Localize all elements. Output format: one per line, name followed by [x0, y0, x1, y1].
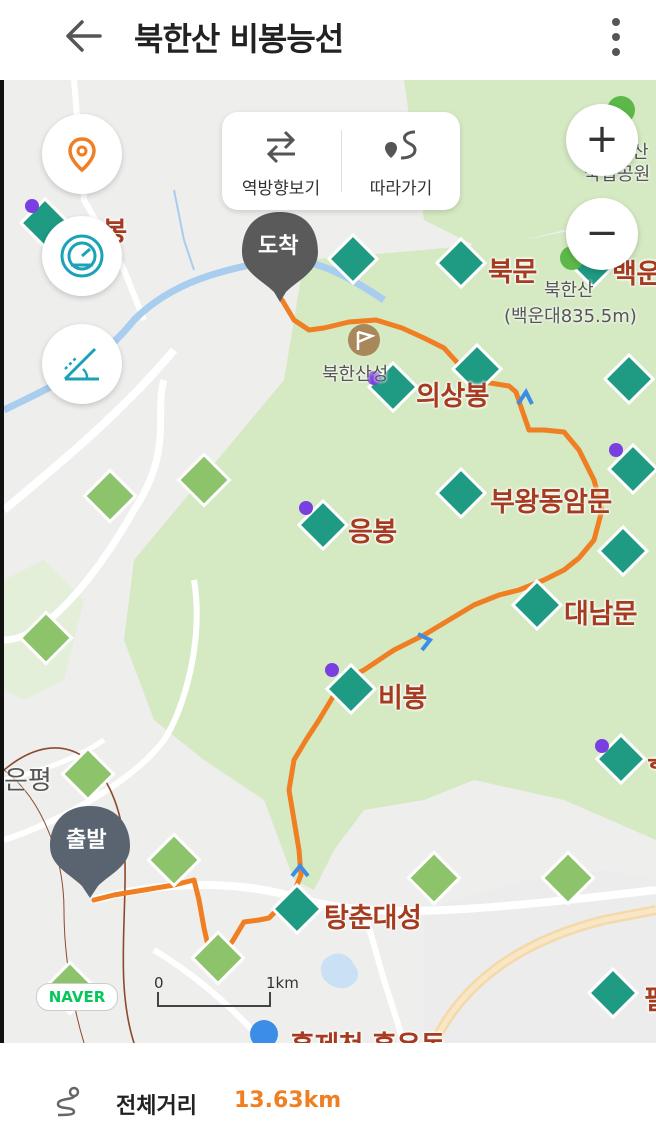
location-button[interactable] [42, 114, 122, 194]
bukhansanseong-label: 북한산성 [322, 364, 389, 385]
map-view[interactable]: 출발 도착 출발 의상봉 부왕동암문 응봉 대남문 비봉 탕춘대성 북문 백운 … [4, 80, 656, 1043]
peak-label-bibong[interactable]: 비봉 [378, 676, 427, 715]
plus-icon: + [585, 116, 619, 162]
right-edge-label-2: 필 [644, 978, 656, 1017]
peak-label-eungbong[interactable]: 응봉 [348, 510, 397, 549]
peak-label-tangchundaeseong[interactable]: 탕춘대성 [324, 896, 422, 935]
minus-icon: − [585, 210, 619, 256]
top-bar: 북한산 비봉능선 [0, 0, 656, 80]
end-marker-label[interactable]: 도착 [258, 228, 298, 260]
summary-panel [0, 1043, 656, 1129]
swap-arrows-icon [266, 130, 296, 164]
slope-button[interactable] [42, 324, 122, 404]
bukhansan-label: 북한산 [544, 280, 594, 301]
eunpyeong-label: 은평 [4, 766, 52, 796]
follow-route-label: 따라가기 [369, 179, 433, 199]
follow-route-button[interactable]: 따라가기 [342, 112, 460, 210]
peak-label-uisangbong[interactable]: 의상봉 [416, 374, 490, 413]
reverse-direction-button[interactable]: 역방향보기 [222, 112, 340, 210]
slope-angle-icon [63, 347, 99, 381]
reverse-direction-label: 역방향보기 [241, 179, 321, 199]
peak-label-bukmun[interactable]: 북문 [488, 250, 537, 289]
start-marker-label[interactable]: 출발 [66, 822, 106, 854]
page-title: 북한산 비봉능선 [134, 20, 344, 58]
total-distance-label: 전체거리 [116, 1094, 197, 1119]
scale-one-km: 1km [266, 974, 299, 992]
peak-label-daenammun[interactable]: 대남문 [564, 592, 638, 631]
total-distance-value: 13.63km [234, 1088, 342, 1113]
back-button[interactable] [60, 16, 108, 56]
arrow-left-icon [66, 20, 102, 52]
gauge-icon [60, 234, 104, 278]
route-tools-card: 역방향보기 따라가기 [222, 112, 460, 210]
hongje-label: 홍제천 홍은동 [290, 1024, 445, 1043]
zoom-out-button[interactable]: − [566, 198, 638, 270]
location-pin-icon [68, 137, 96, 173]
more-button[interactable] [604, 14, 628, 60]
peak-label-buwangdongammun[interactable]: 부왕동암문 [490, 480, 612, 519]
naver-logo: NAVER [36, 983, 118, 1011]
baekundae-label: (백운대835.5m) [504, 306, 637, 327]
right-edge-label-1: ᄒ [646, 748, 656, 787]
more-vertical-icon [612, 18, 620, 56]
map-scale: 0 1km [154, 974, 314, 1010]
compass-button[interactable] [42, 216, 122, 296]
route-distance-icon [56, 1086, 80, 1117]
scale-zero: 0 [154, 974, 164, 992]
route-pin-icon [385, 130, 417, 160]
zoom-in-button[interactable]: + [566, 104, 638, 176]
